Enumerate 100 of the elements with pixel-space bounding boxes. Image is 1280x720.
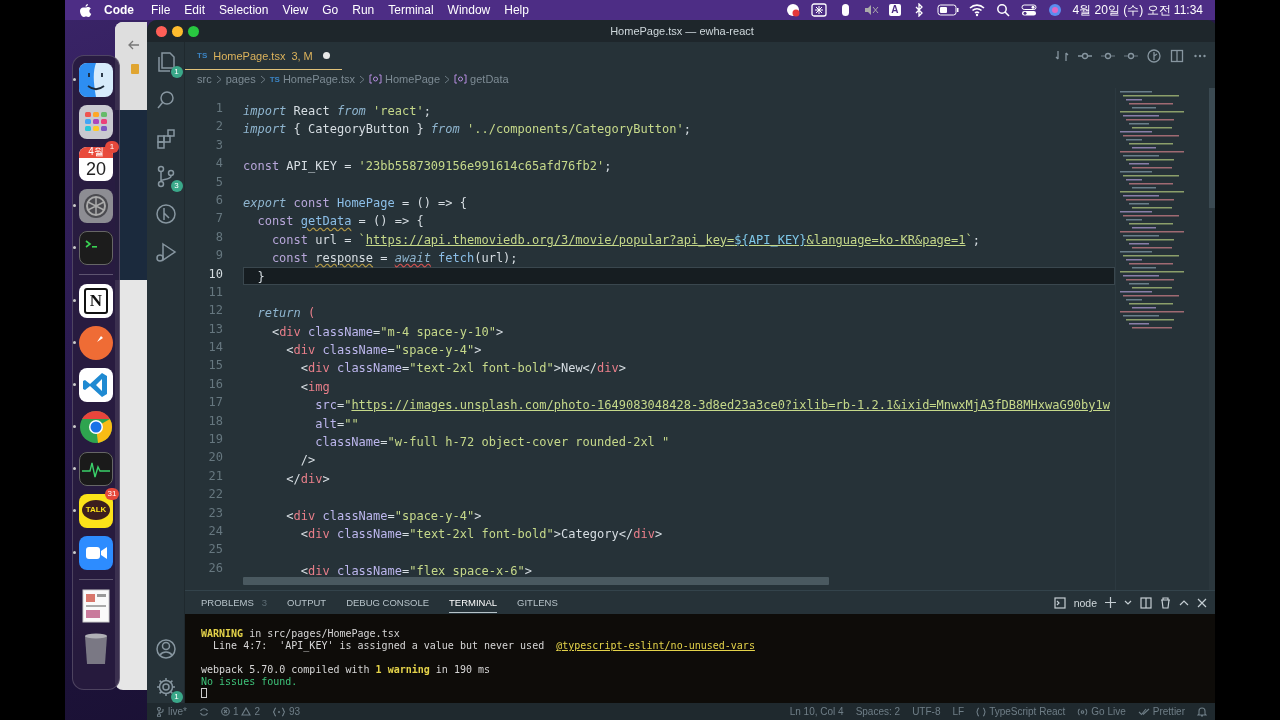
code-line: <div className="m-4 space-y-10"> <box>270 323 504 341</box>
menu-item[interactable]: Run <box>345 3 382 17</box>
menu-item[interactable]: File <box>144 3 178 17</box>
line-number: 26 <box>207 560 224 577</box>
chevron-up-icon[interactable] <box>1179 599 1189 606</box>
running-indicator <box>73 425 76 428</box>
muted-icon[interactable] <box>863 3 880 17</box>
zoom-window-button[interactable] <box>188 25 199 37</box>
menu-item[interactable]: Help <box>497 3 536 17</box>
line-number: 24 <box>207 524 224 540</box>
wifi-icon[interactable] <box>968 3 985 17</box>
code-line: <div className="text-2xl font-bold">Category</div> <box>299 526 663 543</box>
symbol-icon <box>454 74 468 84</box>
back-arrow-icon[interactable] <box>128 40 140 50</box>
running-indicator <box>73 246 76 249</box>
input-source-indicator[interactable]: A <box>889 4 901 16</box>
calendar-month: 4월 <box>88 146 104 158</box>
branch-icon <box>157 706 165 717</box>
gitlens-icon[interactable] <box>1147 49 1161 63</box>
line-number: 4 <box>214 156 224 173</box>
status-item[interactable]: 93 <box>289 706 301 717</box>
app-menu[interactable]: Code <box>92 3 144 17</box>
code-line: alt="" <box>314 415 359 433</box>
breadcrumb-item[interactable]: src <box>197 73 212 85</box>
siri-icon[interactable] <box>1046 3 1063 17</box>
app-grid-icon[interactable] <box>78 104 114 140</box>
battery-icon[interactable] <box>936 4 959 16</box>
running-indicator <box>73 383 76 386</box>
git-graph-icon[interactable] <box>153 202 178 226</box>
code-line: className="w-full h-72 object-cover rounded-2xl " <box>314 434 670 452</box>
notion-icon[interactable]: N <box>78 283 114 319</box>
panel-tab[interactable]: OUTPUT <box>287 592 327 613</box>
browser-icon[interactable] <box>78 409 114 445</box>
compare-changes-icon[interactable] <box>1055 49 1069 63</box>
minimize-window-button[interactable] <box>172 25 183 37</box>
video-camera-icon[interactable] <box>78 535 114 571</box>
chevron-right-icon <box>444 74 451 84</box>
monitor-chart-icon[interactable] <box>78 451 114 487</box>
code-editor-icon[interactable] <box>78 367 114 403</box>
branch-name[interactable]: live* <box>168 706 187 717</box>
plus-icon[interactable] <box>1105 597 1116 608</box>
breadcrumb-item[interactable]: HomePage.tsx <box>282 73 356 85</box>
line-number: 23 <box>207 505 224 522</box>
panel-tab[interactable]: GITLENS <box>517 592 558 613</box>
notion-letter: N <box>88 291 104 311</box>
code-line: src="https://images.unsplash.com/photo-1649083048428-3d8ed23a3ce0?ixlib=rb-1.2.1&ixid=MnwxMjA3fDB8MHxwaG90by1w <box>314 397 1110 415</box>
status-item[interactable]: UTF-8 <box>912 706 941 717</box>
panel-tab[interactable]: TERMINAL <box>449 592 498 613</box>
snowflake-icon[interactable] <box>811 3 828 17</box>
line-number: 13 <box>207 321 224 338</box>
panel-tab[interactable]: DEBUG CONSOLE <box>346 592 430 613</box>
line-number: 21 <box>207 468 224 485</box>
account-icon[interactable] <box>153 637 178 661</box>
control-center-icon[interactable] <box>1020 3 1037 17</box>
menu-item[interactable]: View <box>275 3 316 17</box>
clock[interactable]: 4월 20일 (수) 오전 11:34 <box>1072 1 1203 19</box>
bell-icon[interactable] <box>1197 706 1207 717</box>
code-line: } <box>256 268 265 286</box>
close-window-button[interactable] <box>156 25 167 37</box>
breadcrumb-item[interactable]: getData <box>470 73 509 85</box>
close-icon[interactable] <box>1197 597 1207 608</box>
breadcrumb-item[interactable]: HomePage <box>385 73 441 85</box>
search-icon[interactable] <box>994 3 1011 17</box>
apple-icon[interactable] <box>79 2 92 18</box>
horizontal-scrollbar[interactable] <box>243 577 829 585</box>
terminal-icon[interactable] <box>78 230 114 266</box>
gear-icon[interactable] <box>78 188 114 224</box>
breadcrumb-item[interactable]: pages <box>225 73 256 85</box>
double-check-icon <box>1137 707 1150 716</box>
run-debug-icon[interactable] <box>153 240 178 264</box>
menu-item[interactable]: Selection <box>212 3 276 17</box>
problems-indicator[interactable]: 1 2 <box>220 706 261 717</box>
status-item[interactable]: LF <box>952 706 965 717</box>
record-icon[interactable] <box>785 3 802 17</box>
chevron-down-icon[interactable] <box>1124 599 1132 606</box>
split-editor-icon[interactable] <box>1170 49 1184 63</box>
sync-icon[interactable] <box>198 706 209 717</box>
status-item[interactable]: Spaces: 2 <box>855 706 901 717</box>
broadcast-icon <box>1077 706 1089 717</box>
line-number: 10 <box>207 266 224 283</box>
line-number: 11 <box>207 284 224 301</box>
menu-item[interactable]: Terminal <box>381 3 441 17</box>
window-title: HomePage.tsx — ewha-react <box>610 25 754 37</box>
terminal[interactable]: WARNING in src/pages/HomePage.tsx Line 4:7: 'API_KEY' is assigned a value but never used @typescript-eslint/no-unused-vars webpack 5.70.0 compiled with 1 warning in 190 ms No issues found. <box>185 614 1215 703</box>
trash-icon[interactable] <box>1160 596 1171 609</box>
terminal-name[interactable]: node <box>1073 596 1097 609</box>
running-indicator <box>73 551 76 554</box>
menu-item[interactable]: Go <box>315 3 346 17</box>
formatter-status[interactable]: Prettier <box>1152 706 1185 717</box>
symbol-icon <box>369 74 383 84</box>
rocket-icon[interactable] <box>78 325 114 361</box>
menu-item[interactable]: Window <box>440 3 498 17</box>
menu-item[interactable]: Edit <box>177 3 213 17</box>
finder-icon[interactable] <box>78 62 114 98</box>
status-item[interactable]: Ln 10, Col 4 <box>789 706 844 717</box>
split-terminal-icon[interactable] <box>1140 596 1152 609</box>
running-indicator <box>73 78 76 81</box>
go-live-button[interactable]: Go Live <box>1091 706 1126 717</box>
language-mode[interactable]: TypeScript React <box>989 706 1066 717</box>
line-number: 7 <box>214 211 224 228</box>
